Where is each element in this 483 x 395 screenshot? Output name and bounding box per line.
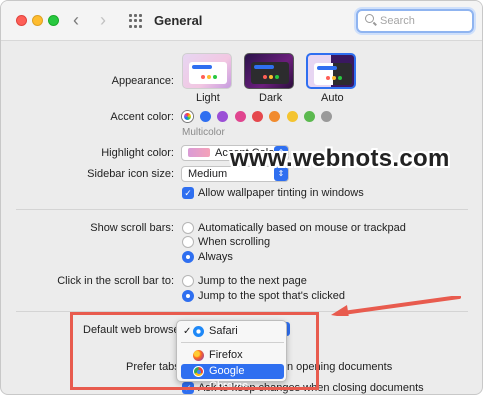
appearance-light-label: Light [196,92,220,104]
scroll-bars-always-radio[interactable] [182,251,194,263]
annotation-highlight-box [70,312,319,390]
scroll-bars-automatic-label: Automatically based on mouse or trackpad [198,222,406,234]
accent-swatch-purple[interactable] [217,111,228,122]
search-icon [365,14,374,23]
webnots-watermark: www.webnots.com [230,145,450,172]
sidebar-icon-size-value: Medium [188,168,228,180]
accent-swatch-pink[interactable] [235,111,246,122]
wallpaper-tint-label: Allow wallpaper tinting in windows [198,187,364,199]
accent-swatch-multicolor[interactable] [182,111,193,122]
accent-color-label: Accent color: [110,111,174,123]
highlight-swatch [188,148,210,157]
click-scroll-bar-label: Click in the scroll bar to: [57,275,174,287]
window-title: General [154,13,203,28]
accent-swatch-blue[interactable] [200,111,211,122]
search-field[interactable]: Search [356,9,474,33]
scroll-bars-automatic-radio[interactable] [182,222,194,234]
forward-arrow-icon[interactable]: › [100,10,106,30]
jump-to-spot-label: Jump to the spot that's clicked [198,290,346,302]
appearance-dark-label: Dark [259,92,283,104]
toolbar: ‹ › General Search [1,1,482,41]
show-scroll-bars-label: Show scroll bars: [90,222,174,234]
back-arrow-icon[interactable]: ‹ [73,10,79,30]
scroll-bars-when-scrolling-label: When scrolling [198,236,271,248]
appearance-auto-label: Auto [321,92,344,104]
appearance-dark-thumbnail[interactable] [244,53,294,89]
annotation-arrow-icon [331,296,461,316]
appearance-auto-thumbnail[interactable] [306,53,356,89]
accent-swatch-orange[interactable] [269,111,280,122]
accent-swatch-yellow[interactable] [287,111,298,122]
accent-swatch-green[interactable] [304,111,315,122]
jump-next-page-radio[interactable] [182,275,194,287]
jump-to-spot-radio[interactable] [182,290,194,302]
scroll-bars-always-label: Always [198,251,233,263]
zoom-window-button[interactable] [48,15,59,26]
accent-selected-caption: Multicolor [182,127,225,138]
sidebar-icon-size-label: Sidebar icon size: [87,168,174,180]
accent-swatch-red[interactable] [252,111,263,122]
accent-swatch-graphite[interactable] [321,111,332,122]
search-placeholder: Search [380,15,415,27]
minimize-window-button[interactable] [32,15,43,26]
show-all-grid-icon[interactable] [129,14,143,28]
highlight-color-label: Highlight color: [101,147,174,159]
wallpaper-tint-checkbox[interactable]: ✓ [182,187,194,199]
appearance-label: Appearance: [111,75,174,87]
divider [16,209,468,210]
jump-next-page-label: Jump to the next page [198,275,307,287]
scroll-bars-when-scrolling-radio[interactable] [182,236,194,248]
close-window-button[interactable] [16,15,27,26]
system-preferences-window: ‹ › General Search Appearance: Light Dar… [0,0,483,395]
appearance-light-thumbnail[interactable] [182,53,232,89]
